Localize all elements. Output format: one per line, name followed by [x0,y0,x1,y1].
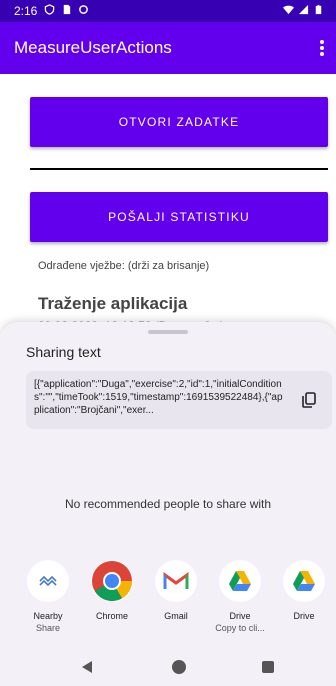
send-statistics-button[interactable]: POŠALJI STATISTIKU [30,192,328,242]
preview-text: [{"application":"Duga","exercise":2,"id"… [34,379,283,416]
completed-exercises-hint: Odrađene vježbe: (drži za brisanje) [38,260,210,272]
copy-icon[interactable] [300,391,318,409]
recents-icon[interactable] [262,661,274,673]
drive-icon [229,571,251,591]
status-time: 2:16 [14,4,38,18]
signal-icon [298,4,309,15]
battery-icon [315,4,322,15]
sheet-drag-handle[interactable] [148,330,188,334]
navigation-bar [0,648,336,686]
status-bar: 2:16 [0,0,336,22]
back-icon[interactable] [80,660,94,674]
share-target-gmail[interactable]: Gmail [144,560,208,622]
share-target-drive-copy[interactable]: Drive Copy to cli... [208,560,272,634]
app-title: MeasureUserActions [14,38,172,57]
list-item-title[interactable]: Traženje aplikacija [38,294,187,314]
share-sheet: Sharing text [{"application":"Duga","exe… [0,322,336,686]
shared-text-preview: [{"application":"Duga","exercise":2,"id"… [26,371,332,429]
share-targets-row: Nearby Share Chrome Gmail Drive Copy to … [0,560,336,640]
no-recommended-text: No recommended people to share with [64,497,272,511]
app-bar: MeasureUserActions [0,22,336,74]
wifi-icon [283,5,294,15]
share-target-drive[interactable]: Drive [272,560,336,622]
vpn-shield-icon [44,4,55,15]
open-tasks-button[interactable]: OTVORI ZADATKE [30,97,328,147]
gmail-icon [163,572,189,589]
home-icon[interactable] [172,660,186,674]
sd-card-icon [63,4,71,15]
sheet-title: Sharing text [26,344,101,360]
chrome-icon [92,561,132,601]
nearby-share-icon [39,575,57,587]
share-target-nearby[interactable]: Nearby Share [16,560,80,634]
overflow-menu-icon[interactable] [314,38,330,58]
drive-icon [293,571,315,591]
divider [30,168,328,170]
sync-icon [79,5,88,14]
share-target-chrome[interactable]: Chrome [80,560,144,622]
